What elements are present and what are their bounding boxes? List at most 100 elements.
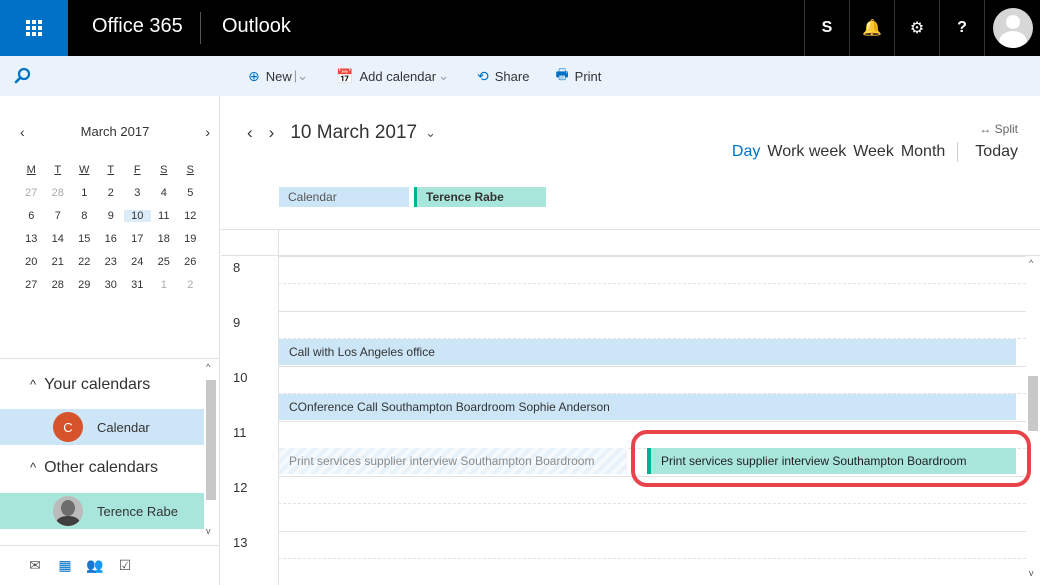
half-hour-line xyxy=(278,558,1026,559)
share-label: Share xyxy=(494,68,530,84)
skype-icon[interactable]: S xyxy=(804,0,849,56)
hour-line xyxy=(278,531,1026,532)
hour-row[interactable]: 8 xyxy=(221,256,1026,311)
day-cell[interactable]: 12 xyxy=(177,210,204,222)
help-icon[interactable]: ? xyxy=(939,0,984,56)
view-day-button[interactable]: Day xyxy=(732,143,760,161)
day-cell[interactable]: 14 xyxy=(45,233,72,245)
day-cell[interactable]: 20 xyxy=(18,256,45,268)
today-button[interactable]: Today xyxy=(975,143,1018,161)
tasks-icon[interactable]: ☑ xyxy=(112,557,138,574)
day-cell[interactable]: 1 xyxy=(151,279,178,291)
people-icon[interactable]: 👥 xyxy=(82,557,108,574)
day-cell[interactable]: 7 xyxy=(45,210,72,222)
calendar-icon[interactable]: ▦ xyxy=(52,557,78,574)
day-cell[interactable]: 3 xyxy=(124,187,151,199)
plus-circle-icon: ⊕ xyxy=(248,67,260,84)
view-week-button[interactable]: Week xyxy=(853,143,894,161)
day-cell[interactable]: 9 xyxy=(98,210,125,222)
hour-row[interactable]: 13 xyxy=(221,531,1026,585)
next-day-button[interactable]: › xyxy=(269,123,275,143)
day-cell[interactable]: 21 xyxy=(45,256,72,268)
day-cell[interactable]: 13 xyxy=(18,233,45,245)
search-button[interactable] xyxy=(0,56,220,96)
day-cell[interactable]: 30 xyxy=(98,279,125,291)
day-cell[interactable]: 27 xyxy=(18,279,45,291)
day-cell[interactable]: 28 xyxy=(45,279,72,291)
hour-line xyxy=(278,256,1026,257)
search-icon xyxy=(14,67,31,84)
view-work-week-button[interactable]: Work week xyxy=(767,143,846,161)
day-cell[interactable]: 18 xyxy=(151,233,178,245)
split-button[interactable]: ↔ Split xyxy=(979,122,1018,136)
sidebar-item-calendar[interactable]: C Calendar xyxy=(0,409,204,445)
day-cell[interactable]: 17 xyxy=(124,233,151,245)
hour-label: 10 xyxy=(233,370,248,385)
day-cell[interactable]: 8 xyxy=(71,210,98,222)
prev-day-button[interactable]: ‹ xyxy=(247,123,253,143)
print-button[interactable]: 🖶 Print xyxy=(555,64,601,88)
day-cell[interactable]: 1 xyxy=(71,187,98,199)
week-row: 20 21 22 23 24 25 26 xyxy=(18,250,204,273)
new-label: New xyxy=(265,68,292,84)
day-cell[interactable]: 22 xyxy=(71,256,98,268)
calendar-column-tag[interactable]: Calendar xyxy=(279,187,409,207)
chevron-down-icon[interactable]: ⌄ xyxy=(438,68,449,84)
view-month-button[interactable]: Month xyxy=(901,143,945,161)
day-cell[interactable]: 25 xyxy=(151,256,178,268)
brand-label[interactable]: Office 365 xyxy=(92,15,183,38)
scroll-down-icon[interactable]: v xyxy=(1029,568,1034,578)
scroll-down-icon[interactable]: v xyxy=(206,526,211,536)
day-cell[interactable]: 23 xyxy=(98,256,125,268)
day-cell[interactable]: 24 xyxy=(124,256,151,268)
day-cell[interactable]: 16 xyxy=(98,233,125,245)
day-cell[interactable]: 11 xyxy=(151,210,178,222)
day-cell[interactable]: 2 xyxy=(177,279,204,291)
new-button[interactable]: ⊕ New |⌄ xyxy=(248,68,310,85)
day-cell[interactable]: 29 xyxy=(71,279,98,291)
day-cell[interactable]: 6 xyxy=(18,210,45,222)
add-calendar-button[interactable]: 📅 Add calendar ⌄ xyxy=(336,68,451,85)
day-cell[interactable]: 27 xyxy=(18,187,45,199)
scroll-thumb[interactable] xyxy=(1028,376,1038,431)
profile-avatar[interactable] xyxy=(984,0,1040,56)
day-cell[interactable]: 2 xyxy=(98,187,125,199)
gear-icon[interactable]: ⚙ xyxy=(894,0,939,56)
week-row: 6 7 8 9 10 11 12 xyxy=(18,204,204,227)
event-conference-call[interactable]: COnference Call Southampton Boardroom So… xyxy=(279,394,1016,420)
app-launcher-button[interactable] xyxy=(0,0,68,56)
app-name[interactable]: Outlook xyxy=(222,15,291,38)
share-button[interactable]: ⟲ Share xyxy=(477,68,529,85)
brand-divider xyxy=(200,12,201,44)
chevron-down-icon[interactable]: |⌄ xyxy=(294,68,308,84)
scroll-up-icon[interactable]: ^ xyxy=(206,362,210,372)
prev-month-button[interactable]: ‹ xyxy=(20,124,25,140)
sidebar-item-terence-rabe[interactable]: Terence Rabe xyxy=(0,493,204,529)
scroll-thumb[interactable] xyxy=(206,380,216,500)
event-ghost-interview[interactable]: Print services supplier interview Southa… xyxy=(279,448,627,474)
event-la-call[interactable]: Call with Los Angeles office xyxy=(279,339,1016,365)
day-cell[interactable]: 5 xyxy=(177,187,204,199)
selected-day[interactable]: 10 xyxy=(124,209,151,222)
mini-calendar-month[interactable]: March 2017 xyxy=(81,124,150,140)
day-cell[interactable]: 26 xyxy=(177,256,204,268)
person-column-tag[interactable]: Terence Rabe xyxy=(414,187,546,207)
day-cell[interactable]: 15 xyxy=(71,233,98,245)
bell-icon[interactable]: 🔔 xyxy=(849,0,894,56)
day-cell[interactable]: 4 xyxy=(151,187,178,199)
weekday-label: S xyxy=(186,163,194,176)
other-calendars-toggle[interactable]: ^ Other calendars xyxy=(30,459,158,477)
date-title[interactable]: 10 March 2017 xyxy=(290,122,417,144)
day-cell[interactable]: 31 xyxy=(124,279,151,291)
scroll-up-icon[interactable]: ^ xyxy=(1029,258,1033,268)
sidebar-scrollbar[interactable]: ^ v xyxy=(204,362,216,542)
grid-divider xyxy=(221,229,1040,230)
main-scrollbar[interactable]: ^ v xyxy=(1026,256,1040,585)
day-cell[interactable]: 28 xyxy=(45,187,72,199)
your-calendars-toggle[interactable]: ^ Your calendars xyxy=(30,376,150,394)
half-hour-line xyxy=(278,283,1026,284)
chevron-down-icon[interactable]: ⌄ xyxy=(425,125,436,141)
mail-icon[interactable]: ✉ xyxy=(22,557,48,574)
next-month-button[interactable]: › xyxy=(205,124,210,140)
day-cell[interactable]: 19 xyxy=(177,233,204,245)
